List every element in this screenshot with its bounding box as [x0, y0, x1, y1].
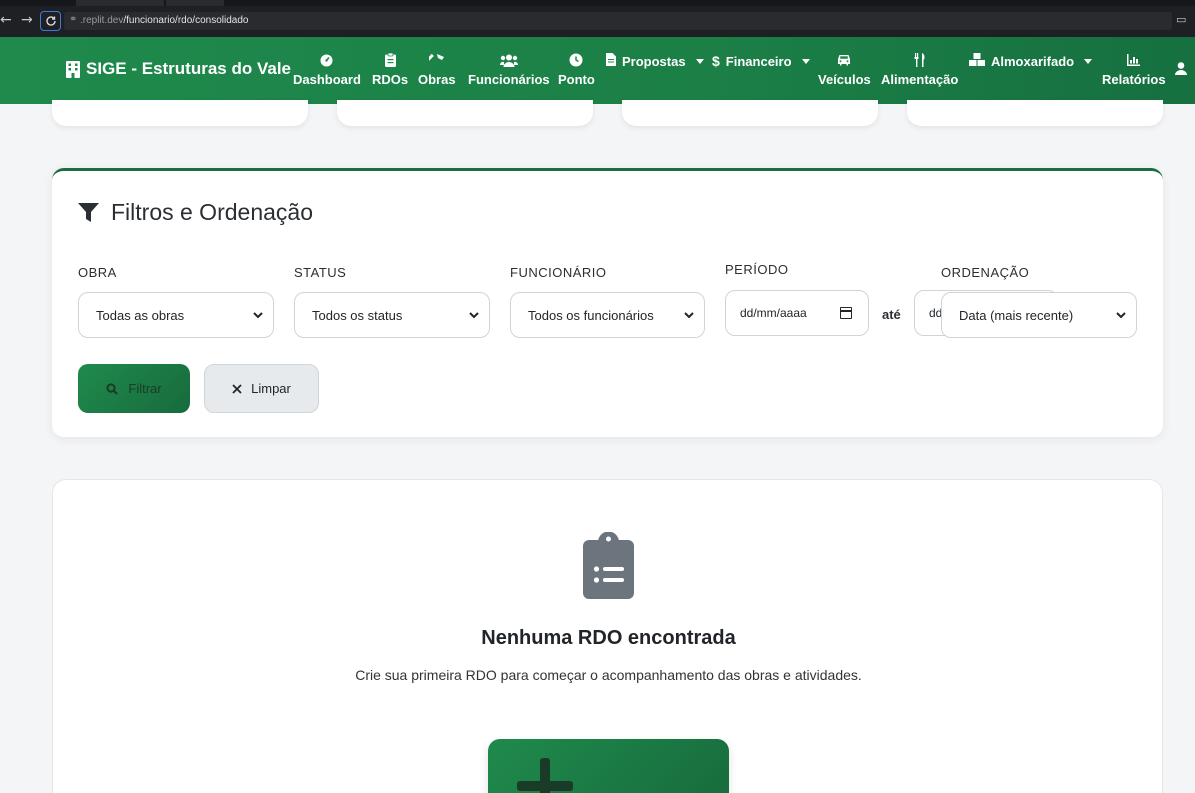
forward-icon[interactable]: → — [21, 10, 33, 30]
caret-down-icon — [801, 58, 810, 64]
obra-label: OBRA — [78, 265, 117, 280]
hammer-icon — [428, 51, 445, 69]
stat-card — [622, 100, 878, 126]
date-from-input[interactable]: dd/mm/aaaa — [725, 290, 869, 336]
ate-label: até — [882, 307, 901, 322]
nav-veiculos[interactable]: Veículos — [818, 51, 871, 87]
plus-icon — [517, 758, 573, 793]
close-icon — [232, 383, 242, 394]
nav-alimentacao[interactable]: Alimentação — [881, 51, 958, 87]
limpar-label: Limpar — [251, 381, 291, 396]
browser-toolbar: ← → ⚭ .replit.dev/funcionario/rdo/consol… — [0, 0, 1195, 37]
address-text: .replit.dev/funcionario/rdo/consolidado — [80, 15, 249, 26]
users-icon — [499, 51, 518, 69]
gauge-icon — [320, 51, 333, 69]
stat-card — [907, 100, 1163, 126]
utensils-icon — [914, 51, 926, 69]
nav-label: Dashboard — [293, 72, 361, 87]
building-icon — [66, 60, 80, 78]
nav-label: Veículos — [818, 72, 871, 87]
caret-down-icon — [1084, 58, 1093, 64]
caret-down-icon — [695, 58, 704, 64]
chevron-down-icon — [684, 312, 694, 319]
stat-card — [337, 100, 593, 126]
brand-link[interactable]: SIGE - Estruturas do Vale — [66, 59, 291, 79]
user-icon — [1175, 62, 1187, 78]
filters-title: Filtros e Ordenação — [111, 199, 313, 225]
back-icon[interactable]: ← — [0, 10, 12, 30]
empty-state-title: Nenhuma RDO encontrada — [481, 627, 736, 649]
nav-label: Relatórios — [1102, 72, 1166, 87]
browser-tab[interactable] — [76, 0, 164, 6]
file-icon — [606, 53, 616, 69]
clock-icon — [569, 51, 583, 69]
periodo-label: PERÍODO — [725, 262, 789, 277]
search-icon — [106, 382, 119, 395]
nav-label: Propostas — [622, 53, 686, 69]
obra-select-value: Todas as obras — [96, 307, 185, 323]
main-navbar: SIGE - Estruturas do Vale Dashboard RDOs… — [0, 37, 1195, 104]
status-label: STATUS — [294, 265, 347, 280]
address-bar[interactable]: ⚭ .replit.dev/funcionario/rdo/consolidad… — [64, 12, 1172, 30]
funcionario-select-value: Todos os funcionários — [528, 307, 654, 323]
nav-label: Ponto — [558, 72, 595, 87]
nav-ponto[interactable]: Ponto — [558, 51, 595, 87]
funcionario-select[interactable]: Todos os funcionários — [510, 292, 705, 338]
status-select[interactable]: Todos os status — [294, 292, 490, 338]
brand-name: SIGE - Estruturas do Vale — [86, 59, 292, 78]
reload-icon — [45, 16, 56, 26]
chevron-down-icon — [469, 312, 479, 319]
ordenacao-select[interactable]: Data (mais recente) — [941, 292, 1137, 338]
nav-relatorios[interactable]: Relatórios — [1102, 51, 1166, 87]
boxes-icon — [969, 53, 985, 69]
nav-label: Financeiro — [725, 53, 792, 69]
nav-rdos[interactable]: RDOs — [372, 51, 408, 87]
user-menu[interactable] — [1175, 62, 1187, 78]
nav-propostas[interactable]: Propostas — [606, 53, 704, 69]
chart-icon — [1127, 51, 1141, 69]
limpar-button[interactable]: Limpar — [204, 364, 319, 413]
dollar-icon: $ — [712, 53, 720, 69]
obra-select[interactable]: Todas as obras — [78, 292, 274, 338]
ordenacao-select-value: Data (mais recente) — [959, 307, 1074, 323]
nav-label: Funcionários — [468, 72, 550, 87]
status-select-value: Todos os status — [312, 307, 403, 323]
chevron-down-icon — [1116, 312, 1126, 319]
car-icon — [837, 51, 851, 69]
date-from-value: dd/mm/aaaa — [740, 306, 807, 320]
filters-heading: Filtros e Ordenação — [78, 199, 313, 226]
nav-financeiro[interactable]: $ Financeiro — [712, 53, 810, 69]
chevron-down-icon — [253, 312, 263, 319]
browser-tabstrip — [0, 0, 1195, 6]
filtrar-button[interactable]: Filtrar — [78, 364, 190, 413]
nav-label: RDOs — [372, 72, 409, 87]
nav-label: Obras — [418, 72, 456, 87]
screen-share-icon[interactable]: ▭ — [1176, 13, 1190, 27]
clipboard-list-icon — [583, 531, 634, 604]
rdo-list-card: Nenhuma RDO encontrada Crie sua primeira… — [52, 479, 1163, 793]
ordenacao-label: ORDENAÇÃO — [941, 265, 1030, 280]
nav-label: Almoxarifado — [991, 53, 1075, 69]
nav-almoxarifado[interactable]: Almoxarifado — [969, 53, 1093, 69]
filters-card: Filtros e Ordenação OBRA Todas as obras … — [52, 168, 1163, 437]
calendar-icon[interactable] — [840, 307, 852, 319]
nav-dashboard[interactable]: Dashboard — [293, 51, 361, 87]
empty-state-subtitle: Crie sua primeira RDO para começar o aco… — [355, 667, 862, 683]
filtrar-label: Filtrar — [128, 381, 162, 396]
create-rdo-button[interactable] — [488, 739, 729, 793]
nav-label: Alimentação — [881, 72, 959, 87]
filter-icon — [78, 203, 99, 222]
stat-card — [52, 100, 308, 126]
clipboard-icon — [384, 51, 396, 69]
browser-tab[interactable] — [166, 0, 224, 6]
link-icon: ⚭ — [69, 14, 78, 25]
funcionario-label: FUNCIONÁRIO — [510, 265, 607, 280]
reload-button[interactable] — [40, 11, 61, 31]
nav-funcionarios[interactable]: Funcionários — [468, 51, 550, 87]
nav-obras[interactable]: Obras — [418, 51, 456, 87]
